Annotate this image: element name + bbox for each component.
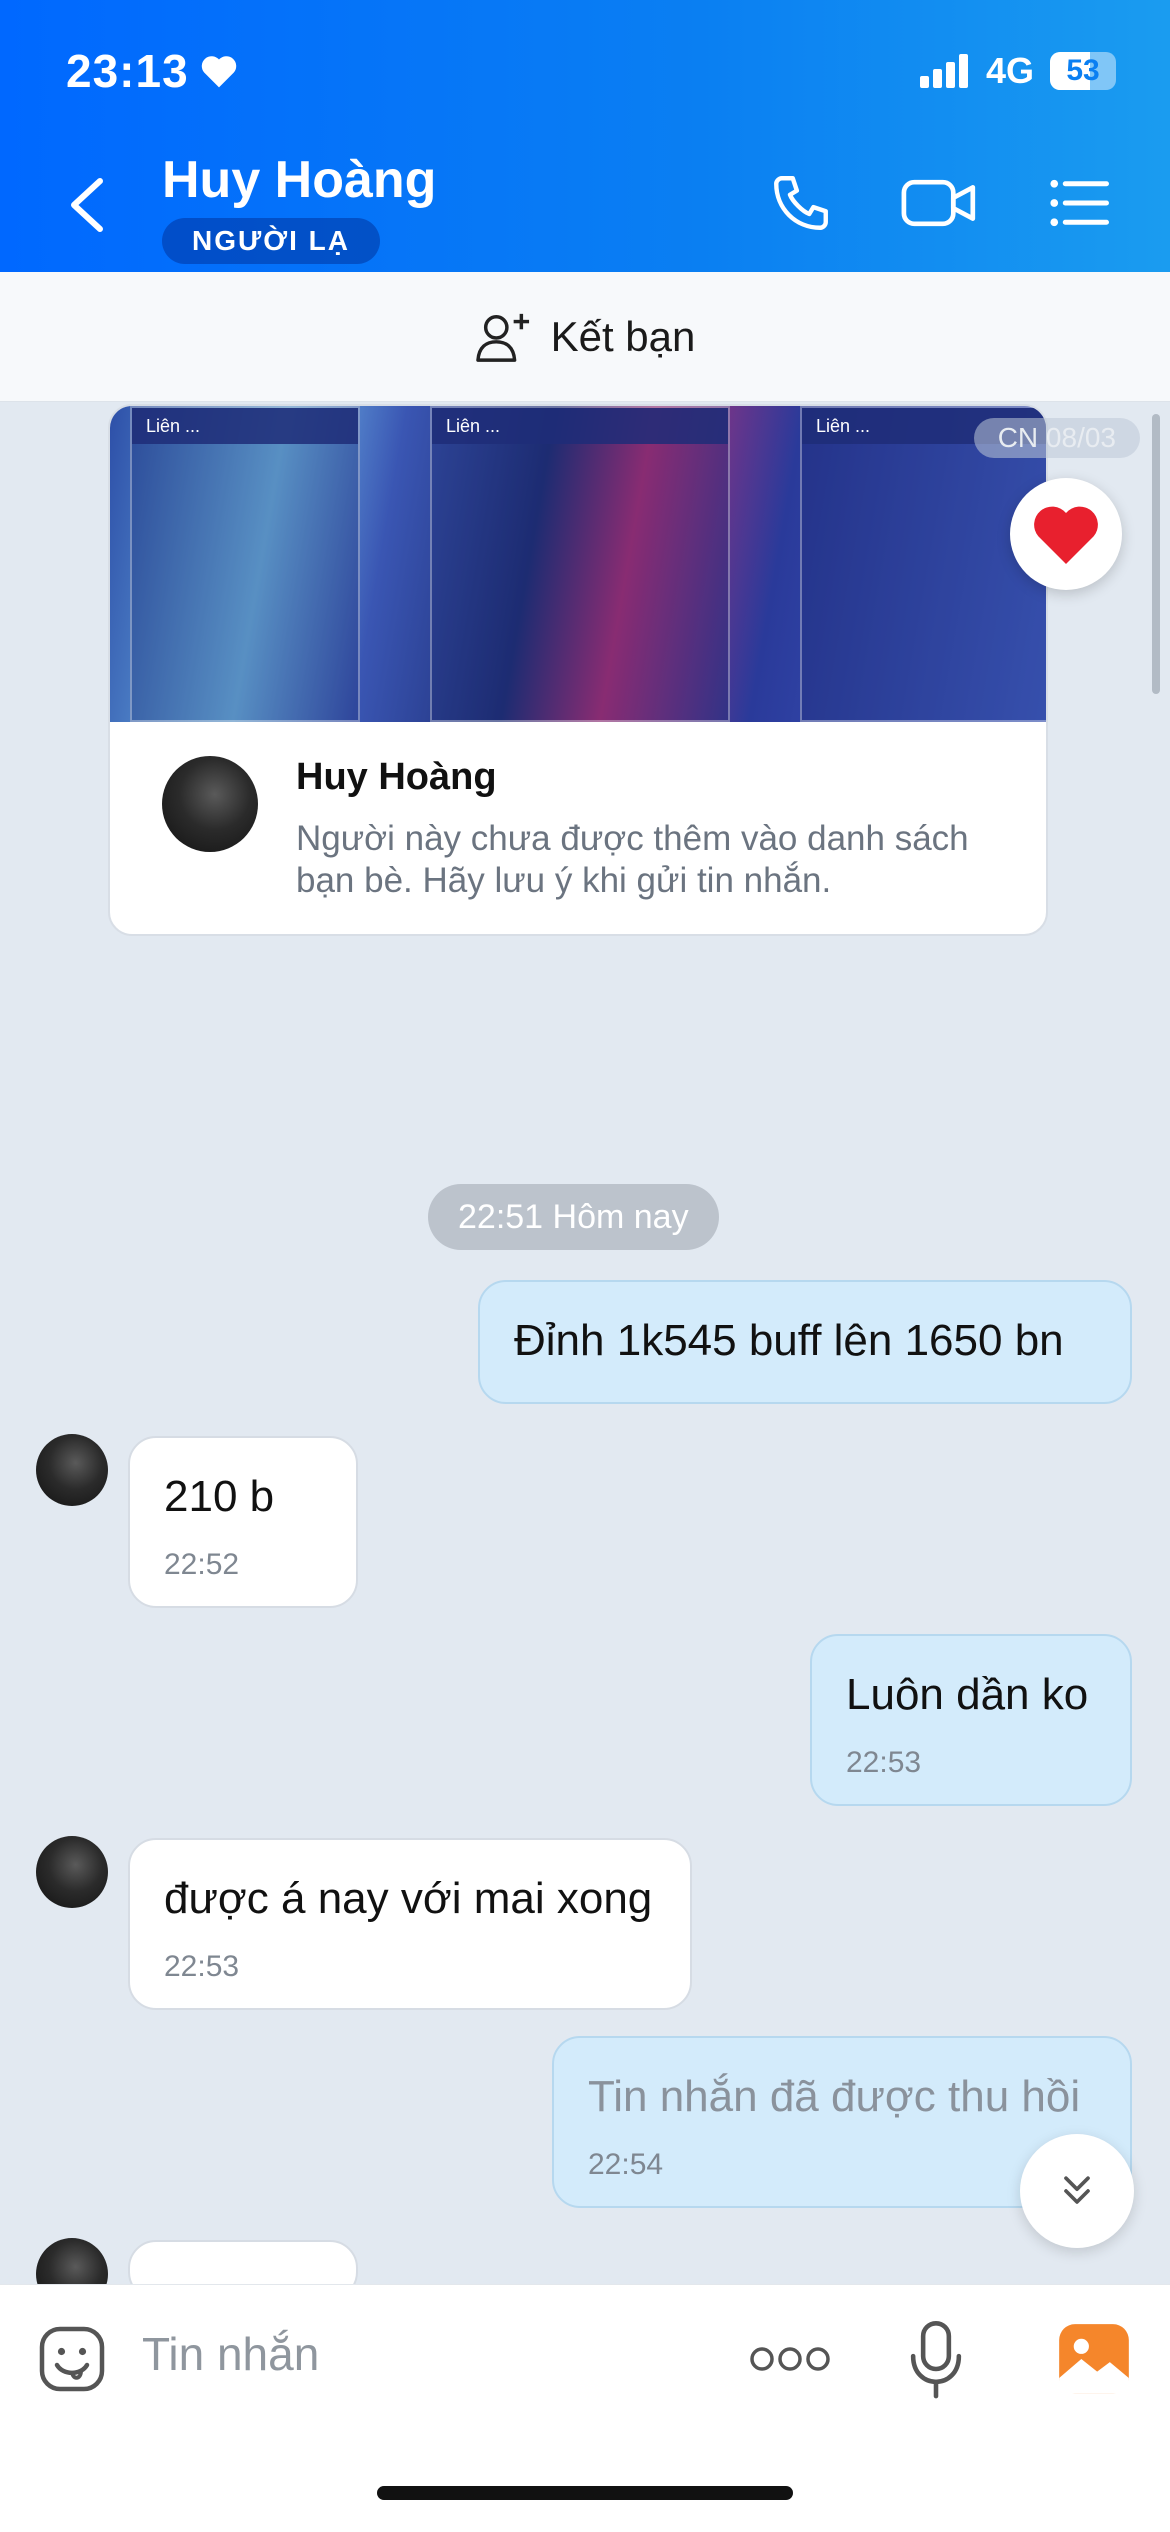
message-text: Luôn dần ko xyxy=(846,1670,1089,1719)
profile-card: Liên ... Liên ... Liên ... Huy Hoàng Ngư… xyxy=(108,404,1048,936)
add-friend-label: Kết bạn xyxy=(550,312,696,360)
heart-reaction-button[interactable] xyxy=(1010,478,1122,590)
message-text: Đỉnh 1k545 buff lên 1650 bn xyxy=(514,1316,1064,1365)
battery-level: 53 xyxy=(1066,54,1100,87)
chat-header: 23:13 4G 53 Huy Hoàng NGƯỜI LẠ xyxy=(0,0,1170,272)
back-icon[interactable] xyxy=(62,175,112,235)
sender-avatar[interactable] xyxy=(36,1836,108,1908)
add-friend-button[interactable]: Kết bạn xyxy=(0,272,1170,402)
message-bubble-outgoing[interactable]: Luôn dần ko 22:53 xyxy=(810,1634,1132,1806)
network-type: 4G xyxy=(985,50,1034,91)
message-text: 210 b xyxy=(164,1472,275,1521)
card-name: Huy Hoàng xyxy=(296,756,497,798)
message-bubble-incoming[interactable]: được á nay với mai xong 22:53 xyxy=(128,1838,692,2010)
message-bubble-outgoing[interactable]: Đỉnh 1k545 buff lên 1650 bn xyxy=(478,1280,1132,1404)
message-bubble-incoming[interactable]: 210 b 22:52 xyxy=(128,1436,358,1608)
stranger-badge: NGƯỜI LẠ xyxy=(162,218,380,264)
scroll-to-bottom-button[interactable] xyxy=(1020,2134,1134,2248)
microphone-icon[interactable] xyxy=(906,2319,966,2399)
message-time: 22:52 xyxy=(164,1548,240,1581)
card-description: Người này chưa được thêm vào danh sách b… xyxy=(296,819,969,900)
heart-icon xyxy=(1034,506,1098,564)
message-time: 22:54 xyxy=(588,2148,664,2181)
more-options-icon[interactable] xyxy=(748,2341,832,2377)
video-call-icon[interactable] xyxy=(900,170,978,236)
add-friend-icon xyxy=(475,313,529,362)
sender-avatar[interactable] xyxy=(36,1434,108,1506)
card-avatar[interactable] xyxy=(162,756,258,852)
heart-status-icon xyxy=(201,56,236,88)
sticker-emoji-icon[interactable] xyxy=(36,2323,108,2395)
message-time: 22:53 xyxy=(164,1950,240,1983)
signal-icon xyxy=(919,54,968,88)
cover-photo: Liên ... Liên ... Liên ... xyxy=(110,406,1046,722)
message-input[interactable]: Tin nhắn xyxy=(142,2327,319,2381)
contact-name[interactable]: Huy Hoàng xyxy=(162,150,436,210)
date-marker: CN 08/03 xyxy=(973,418,1140,458)
menu-list-icon[interactable] xyxy=(1046,170,1112,236)
status-time: 23:13 xyxy=(66,44,239,98)
message-text: Tin nhắn đã được thu hồi xyxy=(588,2072,1081,2121)
clock: 23:13 xyxy=(66,45,189,97)
image-gallery-icon[interactable] xyxy=(1056,2321,1132,2397)
battery-icon: 53 xyxy=(1050,52,1116,90)
phone-call-icon[interactable] xyxy=(768,170,834,236)
message-text: được á nay với mai xong xyxy=(164,1874,653,1923)
double-chevron-down-icon xyxy=(1064,2176,1090,2204)
home-indicator[interactable] xyxy=(377,2486,793,2500)
time-separator: 22:51 Hôm nay xyxy=(428,1184,719,1250)
scrollbar[interactable] xyxy=(1152,414,1160,694)
message-time: 22:53 xyxy=(846,1746,922,1779)
status-indicators: 4G 53 xyxy=(919,50,1116,92)
